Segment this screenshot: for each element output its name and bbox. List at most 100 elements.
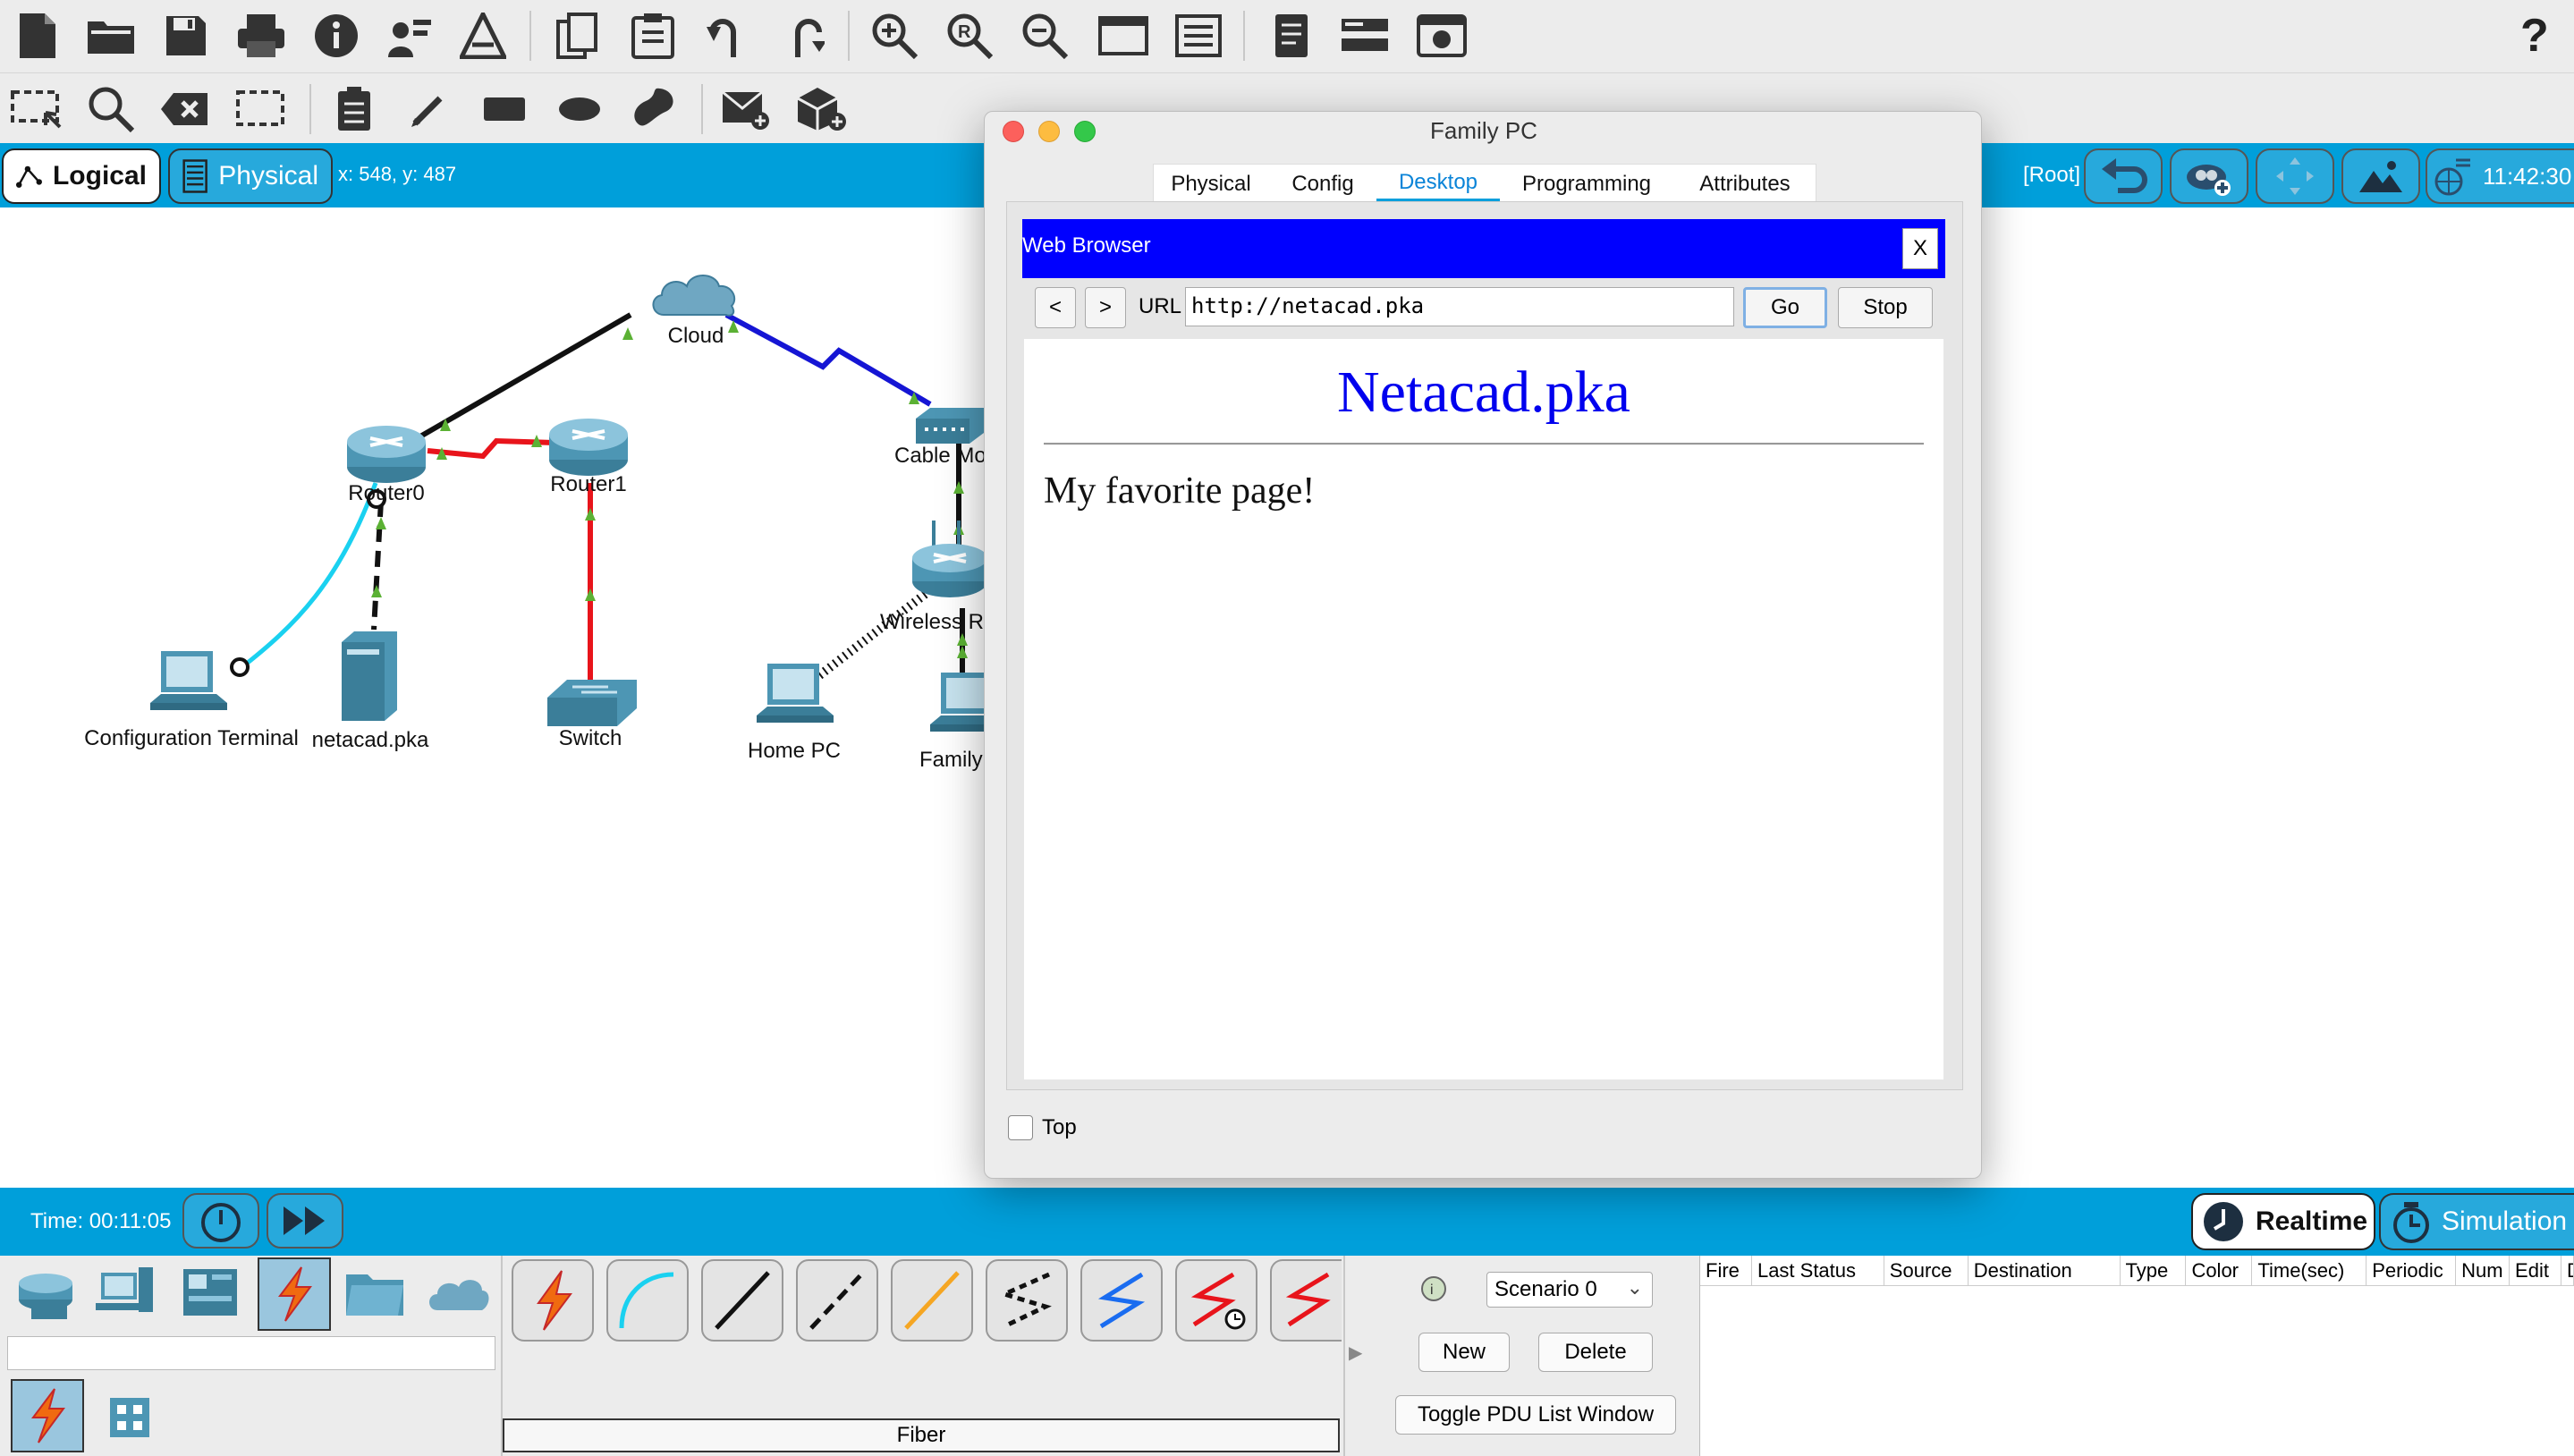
cable-modem-icon[interactable]: [916, 406, 984, 445]
print-icon[interactable]: [234, 7, 288, 64]
multiuser-icon[interactable]: [422, 1257, 492, 1327]
pdu-column-header[interactable]: Type: [2121, 1256, 2187, 1285]
close-browser-button[interactable]: X: [1902, 228, 1938, 269]
new-cluster-button[interactable]: [2170, 148, 2248, 204]
zoom-reset-icon[interactable]: R: [943, 7, 996, 64]
stop-button[interactable]: Stop: [1838, 287, 1933, 328]
delete-icon[interactable]: [157, 80, 211, 138]
resize-icon[interactable]: [234, 80, 288, 138]
device-search-field[interactable]: [7, 1336, 495, 1370]
pdu-column-header[interactable]: D: [2561, 1256, 2574, 1285]
help-icon[interactable]: ?: [2520, 9, 2549, 63]
tab-physical[interactable]: Physical: [1153, 165, 1269, 203]
view-command-log-icon[interactable]: [1338, 7, 1392, 64]
activity-wizard-icon[interactable]: [385, 7, 438, 64]
copy-icon[interactable]: [551, 7, 605, 64]
url-input[interactable]: http://netacad.pka: [1185, 287, 1734, 326]
info-icon[interactable]: [309, 7, 363, 64]
coaxial-cable-icon[interactable]: [1080, 1259, 1163, 1342]
copper-cross-over-icon[interactable]: [796, 1259, 878, 1342]
network-devices-icon[interactable]: [11, 1257, 80, 1327]
open-folder-icon[interactable]: [84, 7, 138, 64]
redo-icon[interactable]: [776, 7, 830, 64]
router0-icon[interactable]: [343, 422, 429, 488]
server-icon[interactable]: [338, 628, 402, 726]
realtime-mode-button[interactable]: Realtime: [2191, 1193, 2375, 1250]
browser-viewport[interactable]: Netacad.pka My favorite page!: [1024, 339, 1943, 1079]
back-button[interactable]: <: [1035, 287, 1076, 328]
new-file-icon[interactable]: [11, 7, 64, 64]
home-pc-icon[interactable]: [751, 662, 837, 739]
configuration-terminal-icon[interactable]: [145, 649, 231, 726]
set-background-button[interactable]: [2341, 148, 2420, 204]
pdu-column-header[interactable]: Time(sec): [2252, 1256, 2367, 1285]
freeform-icon[interactable]: [628, 80, 682, 138]
automatic-cable-icon[interactable]: [512, 1259, 594, 1342]
tab-desktop[interactable]: Desktop: [1376, 165, 1500, 203]
custom-device-icon[interactable]: [456, 7, 510, 64]
new-scenario-button[interactable]: New: [1418, 1333, 1510, 1372]
tab-config[interactable]: Config: [1271, 165, 1375, 203]
zoom-in-icon[interactable]: [868, 7, 921, 64]
scenario-select[interactable]: Scenario 0 ⌄: [1486, 1272, 1653, 1308]
end-devices-icon[interactable]: [89, 1257, 159, 1327]
pdu-column-header[interactable]: Destination: [1969, 1256, 2121, 1285]
rectangle-icon[interactable]: [478, 80, 531, 138]
serial-dte-icon[interactable]: [1270, 1259, 1342, 1342]
screenshot-icon[interactable]: [1415, 7, 1469, 64]
ellipse-icon[interactable]: [553, 80, 606, 138]
viewport-clock-button[interactable]: 11:42:30: [2426, 148, 2574, 204]
panel-collapse-icon[interactable]: ▶: [1349, 1342, 1362, 1364]
pdu-list-icon[interactable]: [1265, 7, 1318, 64]
wireless-router-icon[interactable]: [909, 517, 984, 605]
save-icon[interactable]: [159, 7, 213, 64]
paste-icon[interactable]: [626, 7, 680, 64]
router1-icon[interactable]: [546, 415, 631, 481]
top-checkbox[interactable]: [1008, 1115, 1033, 1140]
connections-icon[interactable]: [258, 1257, 331, 1331]
pencil-icon[interactable]: [402, 80, 456, 138]
serial-dce-icon[interactable]: [1175, 1259, 1257, 1342]
family-pc-icon[interactable]: [925, 671, 984, 748]
go-button[interactable]: Go: [1743, 287, 1827, 328]
zoom-out-icon[interactable]: [1018, 7, 1071, 64]
simple-pdu-icon[interactable]: [719, 80, 773, 138]
simulation-mode-button[interactable]: Simulation: [2379, 1193, 2574, 1250]
components-icon[interactable]: [175, 1257, 245, 1327]
pdu-column-header[interactable]: Edit: [2510, 1256, 2561, 1285]
multiuser-grid-icon[interactable]: [95, 1383, 165, 1452]
connections-subcategory-icon[interactable]: [11, 1379, 84, 1452]
select-icon[interactable]: [9, 80, 63, 138]
drawing-palette-icon[interactable]: [1096, 7, 1150, 64]
copper-straight-through-icon[interactable]: [701, 1259, 783, 1342]
pdu-column-header[interactable]: Periodic: [2367, 1256, 2457, 1285]
pdu-column-header[interactable]: Source: [1884, 1256, 1969, 1285]
pdu-column-header[interactable]: Num: [2456, 1256, 2510, 1285]
root-label[interactable]: [Root]: [2023, 163, 2080, 188]
undo-icon[interactable]: [701, 7, 755, 64]
tab-programming[interactable]: Programming: [1502, 165, 1672, 203]
phone-cable-icon[interactable]: [986, 1259, 1068, 1342]
switch-icon[interactable]: [546, 678, 639, 728]
pdu-column-header[interactable]: Last Status: [1752, 1256, 1884, 1285]
toggle-pdu-list-button[interactable]: Toggle PDU List Window: [1395, 1395, 1676, 1435]
logical-tab[interactable]: Logical: [2, 148, 161, 204]
note-icon[interactable]: [327, 80, 381, 138]
miscellaneous-icon[interactable]: [340, 1257, 410, 1327]
console-cable-icon[interactable]: [606, 1259, 689, 1342]
custom-devices-dialog-icon[interactable]: [1172, 7, 1225, 64]
tab-attributes[interactable]: Attributes: [1673, 165, 1816, 203]
fast-forward-button[interactable]: [267, 1193, 343, 1249]
fiber-cable-icon[interactable]: [891, 1259, 973, 1342]
pdu-column-header[interactable]: Color: [2186, 1256, 2253, 1285]
cloud-icon[interactable]: [649, 263, 739, 320]
complex-pdu-icon[interactable]: [794, 80, 848, 138]
back-navigation-button[interactable]: [2084, 148, 2163, 204]
forward-button[interactable]: >: [1085, 287, 1126, 328]
delete-scenario-button[interactable]: Delete: [1538, 1333, 1653, 1372]
pdu-column-header[interactable]: Fire: [1700, 1256, 1752, 1285]
physical-tab[interactable]: Physical: [168, 148, 333, 204]
power-cycle-button[interactable]: [182, 1193, 259, 1249]
inspect-icon[interactable]: [84, 80, 138, 138]
scenario-info-icon[interactable]: i: [1420, 1275, 1447, 1302]
